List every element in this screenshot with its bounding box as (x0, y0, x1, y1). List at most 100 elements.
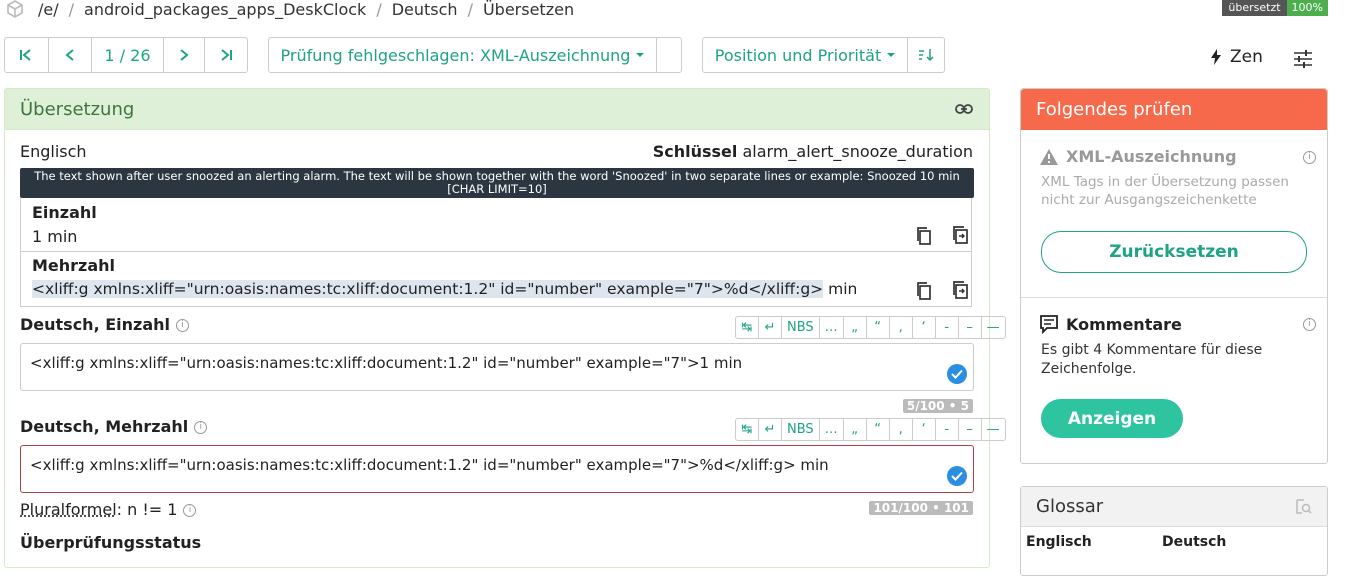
source-plural-row: Mehrzahl <xliff:g xmlns:xliff="urn:oasis… (21, 253, 971, 307)
last-icon (221, 49, 233, 61)
de-plural-counter: 101/100 • 101 (869, 501, 973, 515)
link-icon[interactable] (955, 103, 973, 115)
status-badge: übersetzt 100% (1222, 0, 1328, 16)
glossary-search-icon[interactable] (1296, 498, 1312, 515)
newline-char-button[interactable]: ↵ (759, 317, 782, 338)
comments-heading: Kommentare (1039, 314, 1182, 334)
tab-char-button[interactable]: ↹ (736, 419, 759, 440)
breadcrumb-component[interactable]: android_packages_apps_DeskClock (84, 0, 366, 19)
ellipsis-char-button[interactable]: … (820, 317, 844, 338)
singular-text: 1 min (32, 227, 78, 246)
clone-to-translation-icon[interactable] (952, 281, 969, 299)
info-icon[interactable]: i (183, 504, 197, 517)
sort-dropdown[interactable]: Position und Priorität (703, 38, 908, 72)
warning-icon (1040, 148, 1058, 165)
zen-button[interactable]: Zen (1210, 47, 1263, 67)
weblate-logo-icon (6, 0, 26, 18)
info-icon[interactable]: i (176, 319, 190, 332)
spellcheck-icon (947, 364, 967, 384)
high-quote-char-button[interactable]: “ (867, 317, 890, 338)
low-quote-char-button[interactable]: „ (844, 419, 867, 440)
de-singular-textarea[interactable]: <xliff:g xmlns:xliff="urn:oasis:names:tc… (20, 343, 974, 391)
em-dash-char-button[interactable]: — (982, 317, 1005, 338)
info-icon[interactable]: i (1303, 318, 1316, 331)
filter-dropdown[interactable]: Prüfung fehlgeschlagen: XML-Auszeichnung (269, 38, 657, 72)
xml-check-heading: XML-Auszeichnung (1039, 147, 1237, 166)
high-quote-char-button[interactable]: “ (867, 419, 890, 440)
special-chars-toolbar: ↹ ↵ NBS … „ “ , ‘ - – — (735, 418, 1006, 441)
source-language: Englisch (20, 142, 87, 161)
chevron-left-icon (65, 49, 74, 61)
filter-group: Prüfung fehlgeschlagen: XML-Auszeichnung (268, 37, 682, 73)
first-icon (20, 49, 31, 61)
context-explanation: The text shown after user snoozed an ale… (20, 168, 974, 198)
nbsp-char-button[interactable]: NBS (782, 317, 820, 338)
de-plural-value: <xliff:g xmlns:xliff="urn:oasis:names:tc… (30, 456, 829, 474)
plural-formula-label[interactable]: Pluralformel (20, 500, 117, 519)
en-dash-char-button[interactable]: – (959, 419, 982, 440)
previous-button[interactable] (49, 38, 93, 72)
reset-button[interactable]: Zurücksetzen (1041, 231, 1307, 273)
settings-button[interactable] (1293, 50, 1313, 72)
first-button[interactable] (5, 38, 49, 72)
position-indicator[interactable]: 1 / 26 (92, 38, 164, 72)
translation-title: Übersetzung (20, 98, 135, 120)
comment-icon (1040, 315, 1058, 334)
clone-to-translation-icon[interactable] (952, 226, 969, 244)
glossary-col-target: Deutsch (1162, 534, 1227, 550)
filter-label: Prüfung fehlgeschlagen: XML-Auszeichnung (280, 45, 631, 65)
plural-label: Mehrzahl (32, 256, 116, 275)
breadcrumb-project[interactable]: /e/ (38, 0, 59, 19)
en-dash-char-button[interactable]: – (959, 317, 982, 338)
filter-search-input[interactable] (657, 38, 681, 72)
singular-label: Einzahl (32, 203, 97, 222)
glossary-title: Glossar (1036, 496, 1104, 517)
em-dash-char-button[interactable]: — (982, 419, 1005, 440)
xml-check-description: XML Tags in der Übersetzung passen nicht… (1041, 174, 1289, 208)
sort-direction-button[interactable] (908, 38, 944, 72)
newline-char-button[interactable]: ↵ (759, 419, 782, 440)
hyphen-char-button[interactable]: - (936, 317, 959, 338)
divider (1021, 297, 1327, 298)
last-button[interactable] (205, 38, 247, 72)
caret-down-icon (636, 53, 645, 57)
xml-tag-highlight[interactable]: <xliff:g xmlns:xliff="urn:oasis:names:tc… (32, 280, 824, 298)
de-plural-textarea[interactable]: <xliff:g xmlns:xliff="urn:oasis:names:tc… (20, 445, 974, 493)
checks-panel: Folgendes prüfen XML-Auszeichnung i XML … (1020, 88, 1328, 464)
chevron-right-icon (180, 49, 189, 61)
copy-icon[interactable] (916, 282, 932, 300)
copy-icon[interactable] (916, 227, 932, 245)
key-value: alarm_alert_snooze_duration (742, 142, 973, 161)
breadcrumb-language[interactable]: Deutsch (392, 0, 458, 19)
single-quote-char-button[interactable]: ‘ (913, 317, 936, 338)
nbsp-char-button[interactable]: NBS (782, 419, 820, 440)
xml-check-title: XML-Auszeichnung (1066, 147, 1237, 166)
de-plural-heading: Deutsch, Mehrzahl i (20, 417, 208, 436)
de-singular-label: Deutsch, Einzahl (20, 315, 171, 334)
hyphen-char-button[interactable]: - (936, 419, 959, 440)
status-badge-label: übersetzt (1222, 0, 1287, 16)
plural-formula-value: : n != 1 (116, 500, 178, 519)
glossary-header: Glossar (1021, 487, 1327, 527)
low-quote-char-button[interactable]: „ (844, 317, 867, 338)
lightning-icon (1211, 49, 1221, 65)
comments-title: Kommentare (1066, 314, 1182, 334)
tab-char-button[interactable]: ↹ (736, 317, 759, 338)
info-icon[interactable]: i (194, 421, 208, 434)
breadcrumb: /e/ / android_packages_apps_DeskClock / … (6, 0, 574, 19)
next-button[interactable] (164, 38, 206, 72)
info-icon[interactable]: i (1303, 151, 1316, 164)
show-comments-button[interactable]: Anzeigen (1041, 399, 1183, 438)
caret-down-icon (887, 53, 896, 57)
low-single-quote-char-button[interactable]: , (890, 317, 913, 338)
string-key: Schlüssel alarm_alert_snooze_duration (653, 142, 973, 161)
review-status-heading: Überprüfungsstatus (20, 533, 202, 552)
single-quote-char-button[interactable]: ‘ (913, 419, 936, 440)
sliders-icon (1294, 50, 1312, 68)
status-badge-percent: 100% (1286, 0, 1328, 16)
ellipsis-char-button[interactable]: … (820, 419, 844, 440)
checks-panel-header: Folgendes prüfen (1021, 89, 1327, 130)
low-single-quote-char-button[interactable]: , (890, 419, 913, 440)
de-plural-label: Deutsch, Mehrzahl (20, 417, 189, 436)
zen-label: Zen (1230, 47, 1263, 67)
